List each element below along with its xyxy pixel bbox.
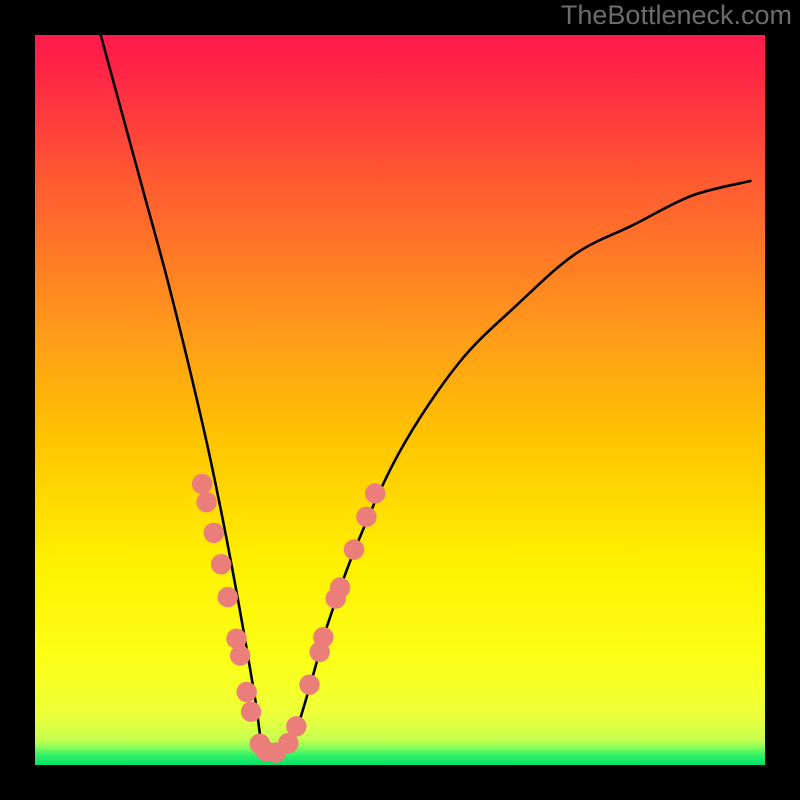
marker-dot xyxy=(313,627,333,647)
marker-dot xyxy=(218,587,238,607)
marker-dot xyxy=(192,474,212,494)
marker-dot xyxy=(196,492,216,512)
marker-dot xyxy=(356,507,376,527)
chart-frame: TheBottleneck.com xyxy=(0,0,800,800)
marker-dot xyxy=(286,716,306,736)
marker-dot xyxy=(204,523,224,543)
marker-dot xyxy=(226,628,246,648)
marker-dot xyxy=(330,577,350,597)
watermark-text: TheBottleneck.com xyxy=(561,0,792,31)
marker-dot xyxy=(211,554,231,574)
marker-dot xyxy=(241,701,261,721)
marker-dot xyxy=(365,483,385,503)
gradient-background xyxy=(35,35,765,765)
marker-dot xyxy=(236,682,256,702)
marker-dot xyxy=(230,645,250,665)
marker-dot xyxy=(299,674,319,694)
chart-plot-area xyxy=(35,35,765,765)
chart-svg xyxy=(35,35,765,765)
marker-dot xyxy=(344,539,364,559)
